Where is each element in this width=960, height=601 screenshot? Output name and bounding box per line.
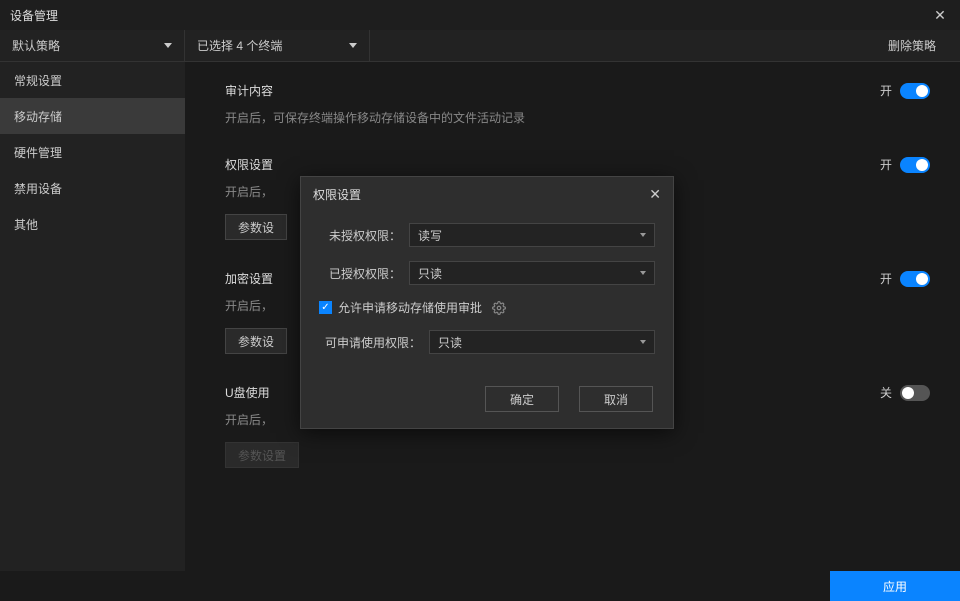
- sidebar-item-label: 禁用设备: [14, 180, 62, 197]
- sidebar-item-general[interactable]: 常规设置: [0, 62, 185, 98]
- footer: 应用: [0, 571, 960, 601]
- sidebar-item-label: 移动存储: [14, 108, 62, 125]
- dialog-header: 权限设置 ✕: [301, 177, 673, 211]
- audit-toggle[interactable]: [900, 83, 930, 99]
- toggle-wrap: 开: [880, 270, 930, 287]
- select-value: 只读: [438, 334, 462, 351]
- close-icon[interactable]: ✕: [930, 5, 950, 25]
- toggle-label: 开: [880, 270, 892, 287]
- section-audit: 审计内容 开 开启后，可保存终端操作移动存储设备中的文件活动记录: [225, 82, 930, 126]
- toolbar: 默认策略 已选择 4 个终端 删除策略: [0, 30, 960, 62]
- toggle-wrap: 开: [880, 82, 930, 99]
- toggle-label: 开: [880, 82, 892, 99]
- sidebar-item-other[interactable]: 其他: [0, 206, 185, 242]
- delete-policy-label: 删除策略: [888, 37, 936, 54]
- requestable-permission-select[interactable]: 只读: [429, 330, 655, 354]
- unauthorized-permission-select[interactable]: 读写: [409, 223, 655, 247]
- permission-settings-dialog: 权限设置 ✕ 未授权权限： 读写 已授权权限： 只读 ✓ 允许申请移动存储使用审…: [300, 176, 674, 429]
- dialog-title: 权限设置: [313, 186, 361, 203]
- select-value: 读写: [418, 227, 442, 244]
- permission-params-button[interactable]: 参数设: [225, 214, 287, 240]
- ok-button[interactable]: 确定: [485, 386, 559, 412]
- chevron-down-icon: [640, 340, 646, 344]
- sidebar-item-disable-device[interactable]: 禁用设备: [0, 170, 185, 206]
- param-btn-label: 参数设: [238, 333, 274, 350]
- chevron-down-icon: [164, 43, 172, 48]
- form-label: 可申请使用权限：: [319, 334, 429, 351]
- dialog-body: 未授权权限： 读写 已授权权限： 只读 ✓ 允许申请移动存储使用审批 可申请使用…: [301, 211, 673, 376]
- form-label: 未授权权限：: [319, 227, 409, 244]
- section-desc: 开启后，可保存终端操作移动存储设备中的文件活动记录: [225, 109, 930, 126]
- policy-dropdown-label: 默认策略: [12, 37, 60, 54]
- chevron-down-icon: [349, 43, 357, 48]
- toggle-label: 开: [880, 156, 892, 173]
- apply-label: 应用: [883, 578, 907, 595]
- checkbox-label: 允许申请移动存储使用审批: [338, 299, 482, 316]
- apply-button[interactable]: 应用: [830, 571, 960, 601]
- form-row-unauthorized: 未授权权限： 读写: [319, 223, 655, 247]
- cancel-label: 取消: [604, 391, 628, 408]
- terminals-dropdown-label: 已选择 4 个终端: [197, 37, 282, 54]
- usb-toggle[interactable]: [900, 385, 930, 401]
- encryption-params-button[interactable]: 参数设: [225, 328, 287, 354]
- chevron-down-icon: [640, 271, 646, 275]
- select-value: 只读: [418, 265, 442, 282]
- encryption-toggle[interactable]: [900, 271, 930, 287]
- section-title: U盘使用: [225, 384, 270, 401]
- dialog-footer: 确定 取消: [301, 376, 673, 428]
- form-row-requestable: 可申请使用权限： 只读: [319, 330, 655, 354]
- param-btn-label: 参数设: [238, 219, 274, 236]
- sidebar-item-label: 其他: [14, 216, 38, 233]
- toggle-label: 关: [880, 384, 892, 401]
- terminals-dropdown[interactable]: 已选择 4 个终端: [185, 30, 370, 61]
- section-title: 审计内容: [225, 82, 273, 99]
- form-row-authorized: 已授权权限： 只读: [319, 261, 655, 285]
- titlebar: 设备管理 ✕: [0, 0, 960, 30]
- toggle-wrap: 开: [880, 156, 930, 173]
- usb-params-button: 参数设置: [225, 442, 299, 468]
- close-icon[interactable]: ✕: [649, 186, 661, 203]
- form-label: 已授权权限：: [319, 265, 409, 282]
- section-title: 权限设置: [225, 156, 273, 173]
- policy-dropdown[interactable]: 默认策略: [0, 30, 185, 61]
- delete-policy-button[interactable]: 删除策略: [864, 30, 960, 61]
- sidebar: 常规设置 移动存储 硬件管理 禁用设备 其他: [0, 62, 185, 571]
- chevron-down-icon: [640, 233, 646, 237]
- ok-label: 确定: [510, 391, 534, 408]
- section-title: 加密设置: [225, 270, 273, 287]
- authorized-permission-select[interactable]: 只读: [409, 261, 655, 285]
- toolbar-spacer: [370, 30, 864, 61]
- sidebar-item-hardware[interactable]: 硬件管理: [0, 134, 185, 170]
- allow-approval-checkbox[interactable]: ✓: [319, 301, 332, 314]
- window-title: 设备管理: [10, 7, 58, 24]
- param-btn-label: 参数设置: [238, 447, 286, 464]
- checkbox-row: ✓ 允许申请移动存储使用审批: [319, 299, 655, 316]
- permission-toggle[interactable]: [900, 157, 930, 173]
- gear-icon[interactable]: [492, 301, 506, 315]
- sidebar-item-removable-storage[interactable]: 移动存储: [0, 98, 185, 134]
- sidebar-item-label: 常规设置: [14, 72, 62, 89]
- cancel-button[interactable]: 取消: [579, 386, 653, 412]
- sidebar-item-label: 硬件管理: [14, 144, 62, 161]
- toggle-wrap: 关: [880, 384, 930, 401]
